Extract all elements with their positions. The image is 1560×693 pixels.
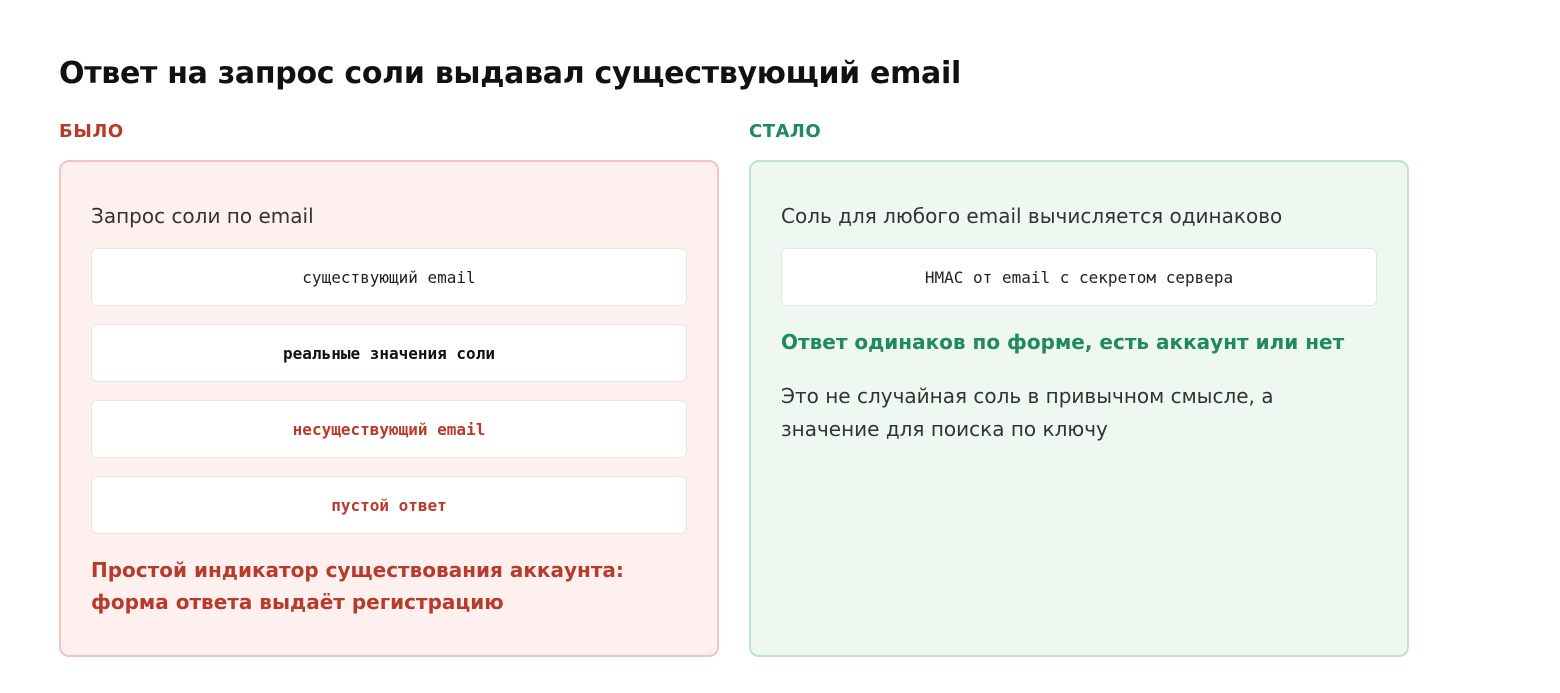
before-label: БЫЛО (59, 121, 124, 142)
after-note: Это не случайная соль в привычном смысле… (781, 384, 1274, 441)
before-step-real-salt: реальные значения соли (91, 324, 687, 382)
after-heading: Соль для любого email вычисляется одинак… (781, 204, 1283, 228)
page-title: Ответ на запрос соли выдавал существующи… (59, 56, 961, 91)
before-step-empty-response: пустой ответ (91, 476, 687, 534)
after-panel: Соль для любого email вычисляется одинак… (749, 160, 1409, 657)
before-step-missing-email: несуществующий email (91, 400, 687, 458)
before-step-existing-email: существующий email (91, 248, 687, 306)
before-heading: Запрос соли по email (91, 204, 314, 228)
after-step-hmac: HMAC от email с секретом сервера (781, 248, 1377, 306)
before-panel: Запрос соли по email существующий email … (59, 160, 719, 657)
before-verdict: Простой индикатор существования аккаунта… (91, 558, 624, 614)
after-label: СТАЛО (749, 121, 822, 142)
after-verdict: Ответ одинаков по форме, есть аккаунт ил… (781, 330, 1345, 354)
